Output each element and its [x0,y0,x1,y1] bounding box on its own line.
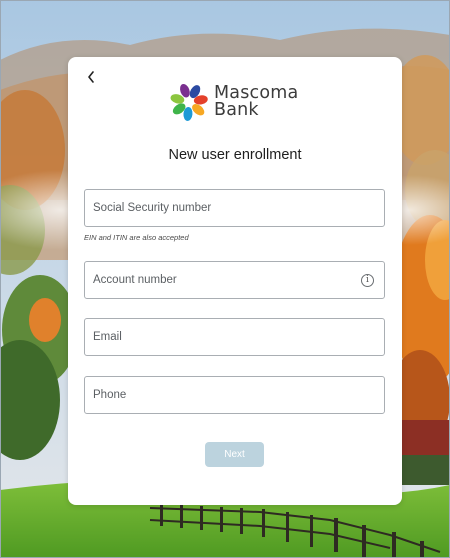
back-button[interactable] [82,67,100,87]
ssn-hint: EIN and ITIN are also accepted [84,233,189,242]
bank-name: Mascoma Bank [214,84,298,120]
chevron-left-icon [88,71,94,83]
account-number-field[interactable]: Account number i [84,261,385,299]
next-button[interactable]: Next [205,442,264,467]
info-icon[interactable]: i [361,273,374,287]
email-field[interactable]: Email [84,318,385,356]
ssn-field[interactable]: Social Security number [84,189,385,227]
phone-placeholder: Phone [93,389,127,401]
info-icon-glyph: i [366,275,369,285]
enrollment-card: Mascoma Bank New user enrollment Social … [68,57,402,505]
bank-logo-mark-icon [170,83,208,121]
bank-name-line2: Bank [214,100,259,120]
ssn-placeholder: Social Security number [93,202,212,214]
phone-field[interactable]: Phone [84,376,385,414]
account-number-placeholder: Account number [93,274,177,286]
email-placeholder: Email [93,331,122,343]
page-title: New user enrollment [168,147,302,163]
bank-logo: Mascoma Bank [168,81,298,123]
